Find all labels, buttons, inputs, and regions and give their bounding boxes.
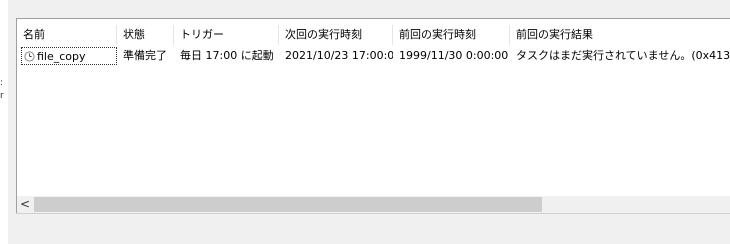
left-pane-fragment: r xyxy=(0,91,4,101)
left-pane-edge: : r xyxy=(0,0,8,244)
task-list-panel: 名前 状態 トリガー 次回の実行時刻 前回の実行時刻 前回の実行結果 file_… xyxy=(16,18,730,213)
task-last-result: タスクはまだ実行されていません。(0x41303) xyxy=(516,49,730,62)
column-header-last-result[interactable]: 前回の実行結果 xyxy=(510,25,730,45)
column-header-trigger[interactable]: トリガー xyxy=(174,25,279,45)
details-pane xyxy=(16,213,730,244)
scroll-left-arrow[interactable]: < xyxy=(17,196,33,213)
pane-splitter[interactable] xyxy=(8,0,16,244)
column-header-row: 名前 状態 トリガー 次回の実行時刻 前回の実行時刻 前回の実行結果 xyxy=(17,25,730,45)
left-pane-fragment: : xyxy=(0,78,4,88)
task-status: 準備完了 xyxy=(123,49,167,62)
top-band xyxy=(0,0,730,18)
table-row[interactable]: file_copy 準備完了 毎日 17:00 に起動 2021/10/23 1… xyxy=(17,47,730,65)
scrollbar-thumb[interactable] xyxy=(34,197,542,212)
column-header-name[interactable]: 名前 xyxy=(17,25,117,45)
column-header-next-run[interactable]: 次回の実行時刻 xyxy=(279,25,393,45)
task-next-run: 2021/10/23 17:00:00 xyxy=(285,49,393,62)
task-name: file_copy xyxy=(37,50,86,63)
task-trigger: 毎日 17:00 に起動 xyxy=(180,49,274,62)
column-header-last-run[interactable]: 前回の実行時刻 xyxy=(393,25,510,45)
task-name-cell[interactable]: file_copy xyxy=(21,47,117,65)
column-header-status[interactable]: 状態 xyxy=(117,25,174,45)
horizontal-scrollbar[interactable]: < xyxy=(17,196,730,213)
task-last-run: 1999/11/30 0:00:00 xyxy=(399,49,509,62)
clock-icon xyxy=(24,51,35,62)
